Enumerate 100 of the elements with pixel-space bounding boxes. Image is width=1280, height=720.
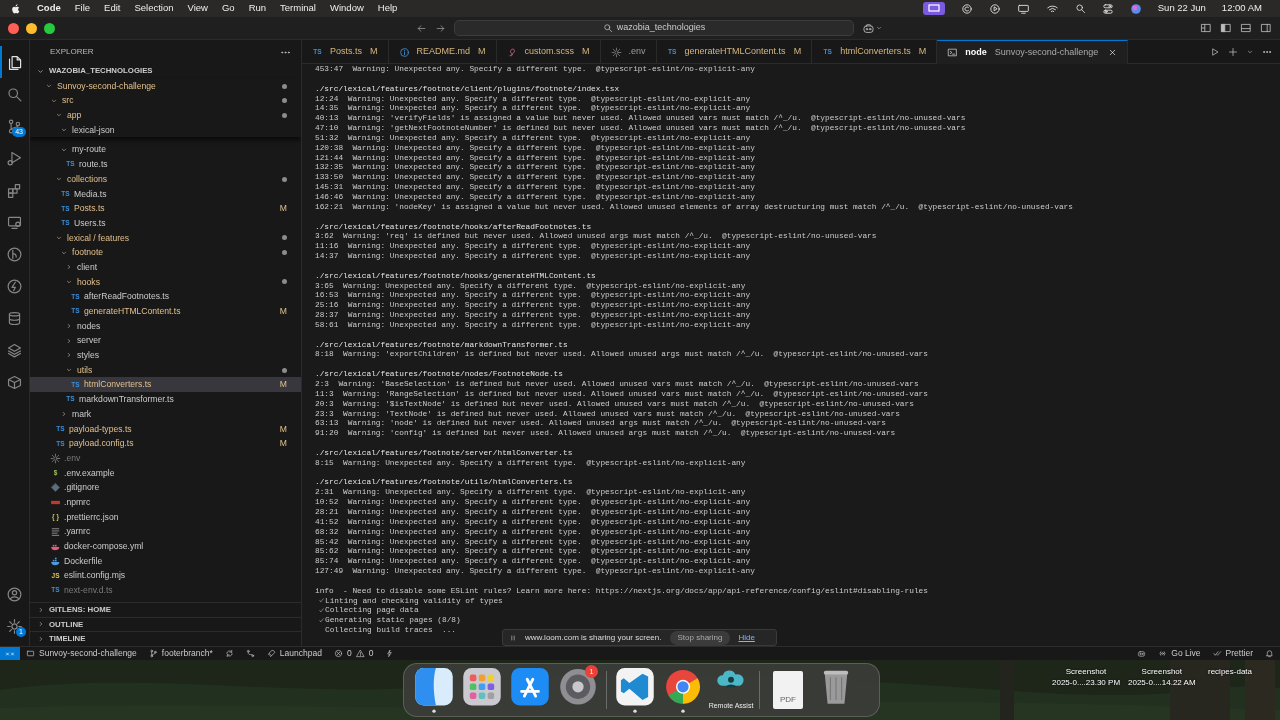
branch-icon bbox=[148, 649, 158, 658]
desktop-file[interactable]: recipes-data bbox=[1208, 666, 1253, 677]
tree-item[interactable]: footnote bbox=[30, 245, 301, 260]
tree-item[interactable]: nodes bbox=[30, 318, 301, 334]
bell-icon[interactable] bbox=[1265, 649, 1274, 658]
toggles-icon[interactable] bbox=[1101, 2, 1114, 15]
menu-item[interactable]: Go bbox=[214, 1, 242, 16]
panel-title: EXPLORER bbox=[50, 46, 94, 58]
editor-tab[interactable]: node Sunvoy-second-challenge bbox=[937, 40, 1129, 64]
stop-sharing-button[interactable]: Stop sharing bbox=[669, 630, 731, 645]
tree-item[interactable]: .env bbox=[30, 450, 301, 466]
copilot-icon[interactable] bbox=[1137, 649, 1147, 658]
apple-icon[interactable] bbox=[10, 2, 22, 15]
search-icon[interactable] bbox=[1074, 3, 1086, 14]
menu-item[interactable]: Selection bbox=[127, 1, 181, 16]
layers-icon[interactable] bbox=[6, 341, 23, 359]
documents-icon[interactable] bbox=[7, 53, 24, 71]
hide-link[interactable]: Hide bbox=[738, 631, 755, 644]
back-arrow-icon[interactable] bbox=[416, 22, 427, 34]
monitor-icon[interactable] bbox=[1016, 2, 1030, 15]
graph-icon[interactable] bbox=[245, 649, 255, 658]
pause-icon[interactable] bbox=[509, 633, 517, 642]
settings-icon[interactable] bbox=[6, 617, 23, 635]
caret-icon[interactable] bbox=[875, 24, 883, 32]
panel-toggle-icon[interactable] bbox=[1240, 22, 1252, 34]
status-item[interactable]: footerbranch* bbox=[142, 647, 219, 660]
tree-item[interactable]: lexical-json bbox=[30, 122, 301, 138]
menu-item[interactable]: File bbox=[67, 1, 98, 16]
close-button[interactable] bbox=[8, 22, 19, 34]
status-item[interactable]: Sunvoy-second-challenge bbox=[20, 647, 143, 660]
screen-share-icon[interactable] bbox=[922, 2, 945, 15]
branch-circle-icon[interactable] bbox=[6, 245, 23, 263]
status-item[interactable]: Launchpad bbox=[260, 647, 328, 660]
blocks-icon[interactable] bbox=[6, 181, 23, 199]
status-item[interactable]: Go Live bbox=[1152, 647, 1207, 660]
app-icon[interactable] bbox=[415, 667, 453, 713]
problems-indicator[interactable]: 0 0 bbox=[327, 647, 380, 660]
plus-icon[interactable] bbox=[1228, 46, 1238, 57]
play-icon[interactable] bbox=[1210, 46, 1220, 57]
secondary-sidebar-icon[interactable] bbox=[1260, 22, 1272, 34]
editor-tab[interactable]: custom.scss M bbox=[496, 40, 601, 64]
copilot-icon[interactable] bbox=[862, 21, 875, 35]
play-circle-icon[interactable] bbox=[988, 2, 1001, 15]
menu-item[interactable]: Terminal bbox=[273, 1, 323, 16]
account-icon[interactable] bbox=[6, 585, 23, 603]
zoom-button[interactable] bbox=[44, 22, 55, 34]
tree-item[interactable]: mark bbox=[30, 406, 301, 422]
modified-dot bbox=[282, 250, 287, 256]
cube-icon[interactable] bbox=[6, 373, 23, 391]
minimize-button[interactable] bbox=[26, 22, 37, 34]
tree-item[interactable]: .gitignore bbox=[30, 480, 301, 495]
document-file[interactable]: PDF bbox=[773, 671, 803, 709]
layout-icon[interactable] bbox=[1200, 22, 1212, 34]
close-icon[interactable] bbox=[1108, 48, 1118, 57]
orb-icon[interactable] bbox=[1129, 2, 1142, 15]
command-center[interactable]: wazobia_technologies bbox=[454, 20, 854, 36]
tree-item[interactable]: styles bbox=[30, 348, 301, 363]
database-icon[interactable] bbox=[6, 309, 23, 327]
editor-tab[interactable]: README.md M bbox=[388, 40, 497, 64]
menu-item[interactable]: Edit bbox=[97, 1, 128, 16]
menu-item[interactable]: Window bbox=[323, 1, 371, 16]
terminal-icon bbox=[947, 47, 959, 58]
browser-icon[interactable] bbox=[664, 667, 702, 713]
tree-item[interactable]: docker-compose.yml bbox=[30, 539, 301, 554]
tree-item[interactable]: client bbox=[30, 259, 301, 275]
modified-dot bbox=[282, 235, 287, 241]
tree-item[interactable]: server bbox=[30, 333, 301, 349]
app-menu[interactable]: Code bbox=[30, 1, 68, 16]
tree-item[interactable]: Sunvoy-second-challenge bbox=[30, 78, 301, 94]
lines-icon bbox=[50, 526, 61, 538]
editor-tab[interactable]: .env bbox=[600, 40, 657, 64]
desktop-file[interactable]: Screenshot 2025-0....23.30 PM bbox=[1052, 666, 1121, 688]
play-icon[interactable] bbox=[6, 149, 23, 167]
forward-arrow-icon[interactable] bbox=[435, 22, 446, 34]
lightning-icon[interactable] bbox=[6, 277, 23, 295]
tree-item[interactable]: Dockerfile bbox=[30, 553, 301, 569]
tree-item[interactable]: .yarnrc bbox=[30, 524, 301, 539]
menu-item[interactable]: View bbox=[180, 1, 215, 16]
tree-item[interactable]: hooks bbox=[30, 274, 301, 290]
sync-icon[interactable] bbox=[224, 649, 234, 658]
menu-item[interactable]: Help bbox=[370, 1, 405, 16]
clock-time: 12:00 AM bbox=[1221, 1, 1262, 16]
search-icon[interactable] bbox=[6, 85, 23, 103]
tree-item[interactable]: app bbox=[30, 108, 301, 123]
desktop-file[interactable]: Screenshot 2025-0....14.22 AM bbox=[1128, 666, 1196, 688]
menu-item[interactable]: Run bbox=[241, 1, 274, 16]
wifi-icon[interactable] bbox=[1045, 2, 1059, 15]
circle-icon[interactable] bbox=[960, 2, 973, 15]
sidebar-toggle-icon[interactable] bbox=[1220, 22, 1232, 34]
app-icon[interactable] bbox=[616, 667, 654, 713]
tree-item[interactable]: src bbox=[30, 93, 301, 109]
status-item[interactable]: Prettier bbox=[1206, 647, 1259, 660]
tree-item[interactable]: .npmrc bbox=[30, 494, 301, 510]
tree-item[interactable]: lexical / features bbox=[30, 230, 301, 246]
rocket-icon bbox=[266, 649, 276, 658]
gear-icon bbox=[610, 46, 622, 58]
tree-item[interactable]: collections bbox=[30, 171, 301, 187]
lightning-icon[interactable] bbox=[385, 649, 395, 658]
tree-item[interactable]: my-route bbox=[30, 142, 301, 158]
tree-item[interactable]: utils bbox=[30, 362, 301, 378]
